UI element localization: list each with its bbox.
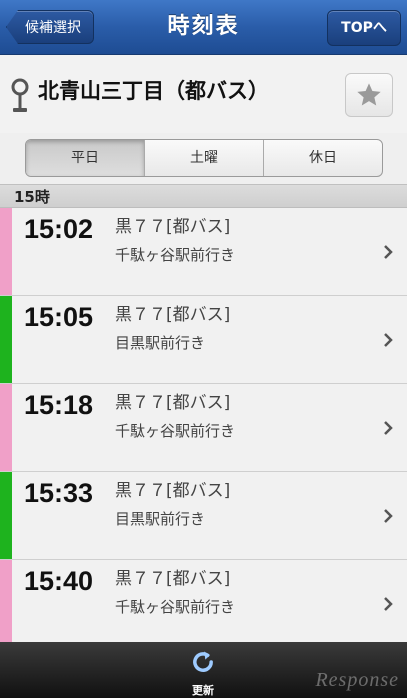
bus-stop-icon bbox=[11, 78, 29, 112]
route-name: 黒７７[都バス] bbox=[115, 393, 231, 413]
departure-row[interactable]: 15:40 黒７７[都バス] 千駄ヶ谷駅前行き bbox=[0, 560, 407, 648]
refresh-button[interactable]: 更新 bbox=[175, 648, 231, 697]
route-color-bar bbox=[0, 472, 12, 559]
route-color-bar bbox=[0, 296, 12, 383]
top-button[interactable]: TOPへ bbox=[327, 10, 401, 46]
favorite-button[interactable] bbox=[345, 73, 393, 117]
destination: 千駄ヶ谷駅前行き bbox=[115, 598, 236, 616]
tab-weekday[interactable]: 平日 bbox=[26, 140, 144, 176]
departure-time: 15:18 bbox=[24, 390, 94, 420]
refresh-label: 更新 bbox=[192, 684, 214, 697]
route-color-bar bbox=[0, 560, 12, 647]
route-name: 黒７７[都バス] bbox=[115, 305, 231, 325]
route-color-bar bbox=[0, 384, 12, 471]
departure-time: 15:40 bbox=[24, 566, 94, 596]
departure-row[interactable]: 15:02 黒７７[都バス] 千駄ヶ谷駅前行き bbox=[0, 208, 407, 296]
back-button[interactable]: 候補選択 bbox=[6, 10, 94, 44]
destination: 千駄ヶ谷駅前行き bbox=[115, 246, 236, 264]
departure-time: 15:02 bbox=[24, 214, 94, 244]
departure-row[interactable]: 15:18 黒７７[都バス] 千駄ヶ谷駅前行き bbox=[0, 384, 407, 472]
stop-name: 北青山三丁目（都バス） bbox=[38, 79, 269, 103]
route-name: 黒７７[都バス] bbox=[115, 569, 231, 589]
stop-header: 北青山三丁目（都バス） bbox=[0, 55, 407, 133]
chevron-right-icon bbox=[384, 421, 393, 435]
navigation-bar: 時刻表 候補選択 TOPへ bbox=[0, 0, 407, 55]
route-name: 黒７７[都バス] bbox=[115, 481, 231, 501]
departure-list: 15:02 黒７７[都バス] 千駄ヶ谷駅前行き 15:05 黒７７[都バス] 目… bbox=[0, 208, 407, 648]
chevron-right-icon bbox=[384, 509, 393, 523]
route-color-bar bbox=[0, 208, 12, 295]
departure-time: 15:05 bbox=[24, 302, 94, 332]
departure-row[interactable]: 15:33 黒７７[都バス] 目黒駅前行き bbox=[0, 472, 407, 560]
destination: 千駄ヶ谷駅前行き bbox=[115, 422, 236, 440]
destination: 目黒駅前行き bbox=[115, 510, 206, 528]
chevron-right-icon bbox=[384, 245, 393, 259]
refresh-icon bbox=[193, 651, 213, 672]
day-type-segment: 平日 土曜 休日 bbox=[25, 139, 383, 177]
departure-time: 15:33 bbox=[24, 478, 94, 508]
hour-section-header: 15時 bbox=[0, 184, 407, 208]
route-name: 黒７７[都バス] bbox=[115, 217, 231, 237]
chevron-right-icon bbox=[384, 597, 393, 611]
watermark-logo: Response bbox=[315, 669, 399, 691]
destination: 目黒駅前行き bbox=[115, 334, 206, 352]
tab-holiday[interactable]: 休日 bbox=[263, 140, 382, 176]
departure-row[interactable]: 15:05 黒７７[都バス] 目黒駅前行き bbox=[0, 296, 407, 384]
star-icon bbox=[357, 83, 381, 106]
bottom-toolbar: 更新 Response bbox=[0, 642, 407, 698]
tab-saturday[interactable]: 土曜 bbox=[144, 140, 263, 176]
chevron-right-icon bbox=[384, 333, 393, 347]
